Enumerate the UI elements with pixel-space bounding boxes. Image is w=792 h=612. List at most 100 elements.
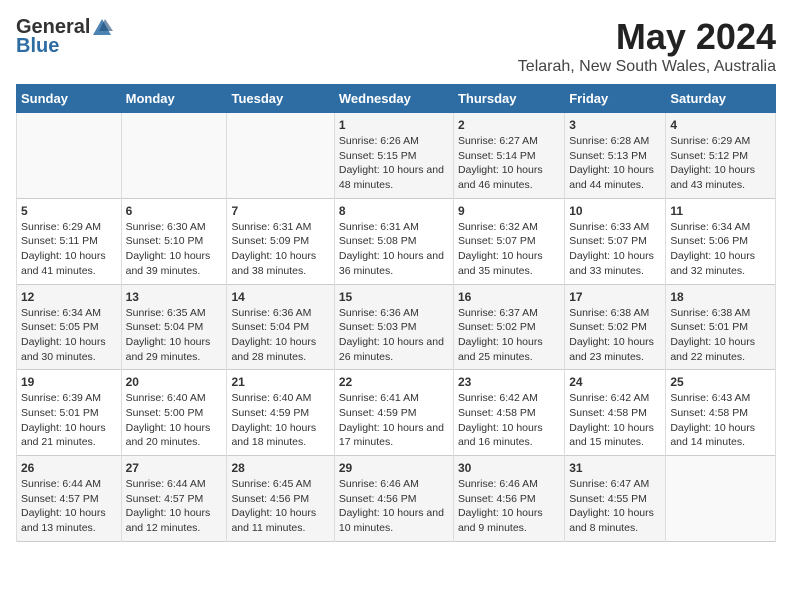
day-detail: Sunrise: 6:34 AM	[670, 220, 771, 235]
day-number: 17	[569, 290, 661, 304]
day-detail: Sunrise: 6:44 AM	[126, 477, 223, 492]
day-detail: Sunset: 5:15 PM	[339, 149, 449, 164]
day-detail: Sunset: 5:04 PM	[231, 320, 329, 335]
calendar-cell: 12Sunrise: 6:34 AMSunset: 5:05 PMDayligh…	[17, 284, 122, 370]
day-detail: Sunrise: 6:35 AM	[126, 306, 223, 321]
calendar-cell	[121, 113, 227, 199]
day-detail: Sunrise: 6:31 AM	[339, 220, 449, 235]
day-detail: Sunrise: 6:34 AM	[21, 306, 117, 321]
calendar-cell: 28Sunrise: 6:45 AMSunset: 4:56 PMDayligh…	[227, 456, 334, 542]
day-detail: Sunset: 4:56 PM	[339, 492, 449, 507]
day-detail: Sunset: 5:14 PM	[458, 149, 560, 164]
calendar-cell: 18Sunrise: 6:38 AMSunset: 5:01 PMDayligh…	[666, 284, 776, 370]
calendar-cell: 14 Sunrise: 6:36 AMSunset: 5:04 PMDayligh…	[227, 284, 334, 370]
day-detail: Daylight: 10 hours and 44 minutes.	[569, 163, 661, 192]
day-detail: Sunrise: 6:42 AM	[458, 391, 560, 406]
calendar-week-row: 19Sunrise: 6:39 AMSunset: 5:01 PMDayligh…	[17, 370, 776, 456]
day-detail: Sunrise: 6:45 AM	[231, 477, 329, 492]
calendar-week-row: 5 Sunrise: 6:29 AMSunset: 5:11 PM Daylight…	[17, 198, 776, 284]
day-detail: Daylight: 10 hours and 38 minutes.	[231, 249, 329, 278]
day-detail: Sunrise: 6:46 AM	[339, 477, 449, 492]
day-number: 23	[458, 375, 560, 389]
col-sunday: Sunday	[17, 85, 122, 113]
day-number: 12	[21, 290, 117, 304]
day-detail: Daylight: 10 hours and 13 minutes.	[21, 506, 117, 535]
calendar-cell: 24Sunrise: 6:42 AMSunset: 4:58 PMDayligh…	[565, 370, 666, 456]
calendar-cell: 2Sunrise: 6:27 AMSunset: 5:14 PMDaylight…	[453, 113, 564, 199]
day-detail: Sunset: 5:09 PM	[231, 234, 329, 249]
day-detail: Sunrise: 6:36 AM	[231, 306, 329, 321]
day-detail: Sunrise: 6:47 AM	[569, 477, 661, 492]
day-detail: Sunrise: 6:38 AM	[569, 306, 661, 321]
page-header: General Blue May 2024 Telarah, New South…	[16, 16, 776, 76]
day-number: 20	[126, 375, 223, 389]
day-number: 5	[21, 204, 117, 218]
day-detail: Sunset: 4:58 PM	[670, 406, 771, 421]
logo-blue: Blue	[16, 35, 59, 58]
day-number: 22	[339, 375, 449, 389]
day-detail: Daylight: 10 hours and 33 minutes.	[569, 249, 661, 278]
day-number: 25	[670, 375, 771, 389]
day-detail: Sunrise: 6:29 AM	[21, 220, 117, 235]
day-detail: Sunset: 4:56 PM	[231, 492, 329, 507]
day-number: 27	[126, 461, 223, 475]
calendar-cell: 22 Sunrise: 6:41 AMSunset: 4:59 PMDayligh…	[334, 370, 453, 456]
day-detail: Daylight: 10 hours and 28 minutes.	[231, 335, 329, 364]
day-detail: Sunrise: 6:37 AM	[458, 306, 560, 321]
col-wednesday: Wednesday	[334, 85, 453, 113]
day-detail: Sunrise: 6:41 AM	[339, 391, 449, 406]
day-detail: Sunrise: 6:33 AM	[569, 220, 661, 235]
calendar-cell: 16Sunrise: 6:37 AMSunset: 5:02 PMDayligh…	[453, 284, 564, 370]
day-detail: Daylight: 10 hours and 15 minutes.	[569, 421, 661, 450]
calendar-cell: 17Sunrise: 6:38 AMSunset: 5:02 PMDayligh…	[565, 284, 666, 370]
day-number: 6	[126, 204, 223, 218]
day-detail: Sunrise: 6:28 AM	[569, 134, 661, 149]
day-number: 21	[231, 375, 329, 389]
calendar-cell: 5Sunrise: 6:29 AMSunset: 5:11 PMDaylight…	[17, 198, 122, 284]
col-tuesday: Tuesday	[227, 85, 334, 113]
calendar-cell: 23Sunrise: 6:42 AMSunset: 4:58 PMDayligh…	[453, 370, 564, 456]
day-number: 2	[458, 118, 560, 132]
day-detail: Sunrise: 6:27 AM	[458, 134, 560, 149]
day-number: 13	[126, 290, 223, 304]
calendar-cell: 1Sunrise: 6:26 AMSunset: 5:15 PMDaylight…	[334, 113, 453, 199]
calendar-cell: 4Sunrise: 6:29 AMSunset: 5:12 PMDaylight…	[666, 113, 776, 199]
calendar-cell: 31Sunrise: 6:47 AMSunset: 4:55 PMDayligh…	[565, 456, 666, 542]
page-title: May 2024	[518, 16, 776, 58]
day-detail: Daylight: 10 hours and 10 minutes.	[339, 506, 449, 535]
day-detail: Daylight: 10 hours and 26 minutes.	[339, 335, 449, 364]
day-number: 31	[569, 461, 661, 475]
day-detail: Daylight: 10 hours and 11 minutes.	[231, 506, 329, 535]
calendar-cell: 7Sunrise: 6:31 AMSunset: 5:09 PMDaylight…	[227, 198, 334, 284]
day-detail: Daylight: 10 hours and 21 minutes.	[21, 421, 117, 450]
day-detail: Daylight: 10 hours and 23 minutes.	[569, 335, 661, 364]
calendar-cell: 9Sunrise: 6:32 AMSunset: 5:07 PMDaylight…	[453, 198, 564, 284]
day-detail: Daylight: 10 hours and 16 minutes.	[458, 421, 560, 450]
day-detail: Daylight: 10 hours and 14 minutes.	[670, 421, 771, 450]
calendar-cell	[17, 113, 122, 199]
calendar-cell: 15Sunrise: 6:36 AMSunset: 5:03 PMDayligh…	[334, 284, 453, 370]
calendar-cell: 6Sunrise: 6:30 AMSunset: 5:10 PMDaylight…	[121, 198, 227, 284]
day-detail: Daylight: 10 hours and 39 minutes.	[126, 249, 223, 278]
day-number: 9	[458, 204, 560, 218]
day-detail: Sunset: 4:59 PM	[339, 406, 449, 421]
day-number: 18	[670, 290, 771, 304]
day-detail: Sunset: 5:01 PM	[21, 406, 117, 421]
day-number: 11	[670, 204, 771, 218]
day-detail: Sunset: 5:06 PM	[670, 234, 771, 249]
day-detail: Daylight: 10 hours and 17 minutes.	[339, 421, 449, 450]
title-block: May 2024 Telarah, New South Wales, Austr…	[518, 16, 776, 76]
calendar-cell: 11Sunrise: 6:34 AMSunset: 5:06 PMDayligh…	[666, 198, 776, 284]
day-detail: Sunset: 5:07 PM	[569, 234, 661, 249]
calendar-cell: 21Sunrise: 6:40 AMSunset: 4:59 PMDayligh…	[227, 370, 334, 456]
day-detail: Sunset: 5:12 PM	[670, 149, 771, 164]
logo-icon	[91, 17, 113, 39]
day-number: 29	[339, 461, 449, 475]
day-detail: Daylight: 10 hours and 9 minutes.	[458, 506, 560, 535]
day-detail: Sunrise: 6:30 AM	[126, 220, 223, 235]
calendar-week-row: 1Sunrise: 6:26 AMSunset: 5:15 PMDaylight…	[17, 113, 776, 199]
day-detail: Sunset: 5:00 PM	[126, 406, 223, 421]
day-detail: Sunset: 5:11 PM	[21, 234, 117, 249]
calendar-cell	[666, 456, 776, 542]
day-number: 14	[231, 290, 329, 304]
